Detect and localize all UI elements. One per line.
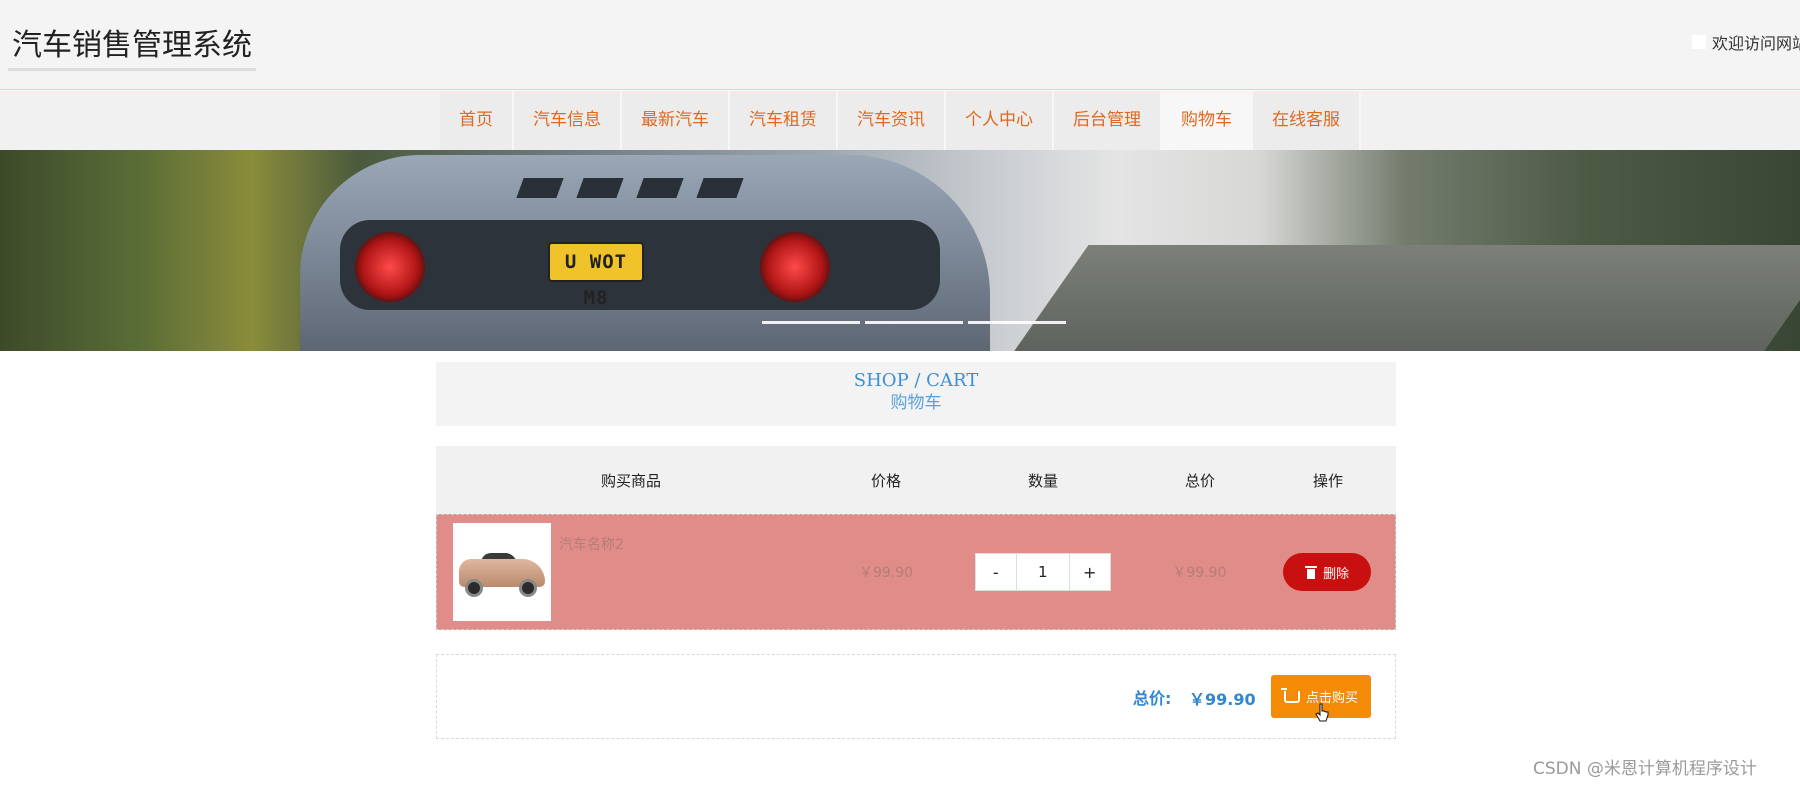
nav-bar: 首页 汽车信息 最新汽车 汽车租赁 汽车资讯 个人中心 后台管理 购物车 在线客…	[0, 91, 1800, 150]
cart-icon	[1280, 687, 1300, 703]
col-header-product: 购买商品	[600, 471, 661, 490]
banner-road	[1011, 245, 1800, 351]
quantity-stepper: - 1 +	[946, 553, 1140, 591]
nav-item-new-cars[interactable]: 最新汽车	[622, 91, 730, 150]
section-title-cn: 购物车	[890, 393, 942, 413]
carousel-indicator[interactable]	[762, 321, 860, 324]
thumb-car-wheel	[519, 579, 537, 597]
cart-summary: 总价: ￥99.90 点击购买	[436, 654, 1396, 739]
main-nav: 首页 汽车信息 最新汽车 汽车租赁 汽车资讯 个人中心 后台管理 购物车 在线客…	[440, 91, 1361, 150]
delete-button[interactable]: 删除	[1283, 553, 1372, 591]
nav-item-personal-center[interactable]: 个人中心	[946, 91, 1054, 150]
nav-item-car-rental[interactable]: 汽车租赁	[730, 91, 838, 150]
banner-license-plate: U WOT M8	[548, 242, 644, 309]
nav-item-online-service[interactable]: 在线客服	[1253, 91, 1361, 150]
delete-label: 删除	[1323, 566, 1350, 582]
nav-item-admin[interactable]: 后台管理	[1054, 91, 1162, 150]
banner-carousel[interactable]: U WOT M8	[0, 150, 1800, 351]
banner-car-stripe	[636, 178, 684, 198]
watermark: CSDN @米恩计算机程序设计	[1533, 759, 1757, 779]
product-cell: 汽车名称2	[437, 514, 826, 630]
trash-icon	[1305, 565, 1318, 579]
table-row: 汽车名称2 ￥99.90 - 1 + ￥99.90 删除	[436, 514, 1396, 630]
nav-item-car-info[interactable]: 汽车信息	[514, 91, 622, 150]
banner-car-taillight	[355, 232, 425, 302]
welcome-text: 欢迎访问网站	[1692, 30, 1800, 54]
hand-cursor-icon	[1315, 703, 1329, 722]
carousel-indicator[interactable]	[968, 321, 1066, 324]
page: 汽车销售管理系统 欢迎访问网站 首页 汽车信息 最新汽车 汽车租赁 汽车资讯 个…	[0, 0, 1800, 786]
banner-car-taillight	[760, 232, 830, 302]
product-name[interactable]: 汽车名称2	[559, 534, 624, 554]
product-price: ￥99.90	[859, 565, 914, 581]
welcome-label: 欢迎访问网站	[1712, 34, 1800, 53]
banner-car-stripe	[576, 178, 624, 198]
section-title-en: SHOP / CART	[853, 370, 979, 391]
carousel-indicator[interactable]	[865, 321, 963, 324]
action-cell: 删除	[1259, 553, 1395, 591]
quantity-increase-button[interactable]: +	[1068, 553, 1111, 591]
cart-table: 购买商品 价格 数量 总价 操作 汽车名称2 ￥99.90 - 1 + ￥99.…	[436, 446, 1396, 630]
banner-car-stripe	[516, 178, 564, 198]
site-header: 汽车销售管理系统 欢迎访问网站	[0, 0, 1800, 90]
col-header-subtotal: 总价	[1184, 471, 1215, 490]
welcome-icon	[1692, 35, 1706, 49]
quantity-input[interactable]: 1	[1016, 553, 1069, 591]
section-title: SHOP / CART 购物车	[436, 362, 1396, 426]
total-label: 总价:	[1133, 689, 1172, 708]
nav-item-car-news[interactable]: 汽车资讯	[838, 91, 946, 150]
quantity-decrease-button[interactable]: -	[974, 553, 1017, 591]
col-header-quantity: 数量	[1027, 471, 1058, 490]
nav-item-home[interactable]: 首页	[440, 91, 514, 150]
carousel-indicators	[762, 321, 1066, 324]
banner-car-stripe	[696, 178, 744, 198]
site-title[interactable]: 汽车销售管理系统	[8, 20, 256, 71]
col-header-action: 操作	[1312, 471, 1343, 490]
total-value: ￥99.90	[1189, 690, 1256, 709]
product-subtotal: ￥99.90	[1172, 565, 1227, 581]
thumb-car-wheel	[465, 579, 483, 597]
col-header-price: 价格	[870, 471, 901, 490]
table-header: 购买商品 价格 数量 总价 操作	[436, 446, 1396, 514]
checkout-label: 点击购买	[1305, 691, 1358, 706]
product-thumbnail[interactable]	[453, 523, 551, 621]
nav-item-cart[interactable]: 购物车	[1162, 91, 1253, 150]
